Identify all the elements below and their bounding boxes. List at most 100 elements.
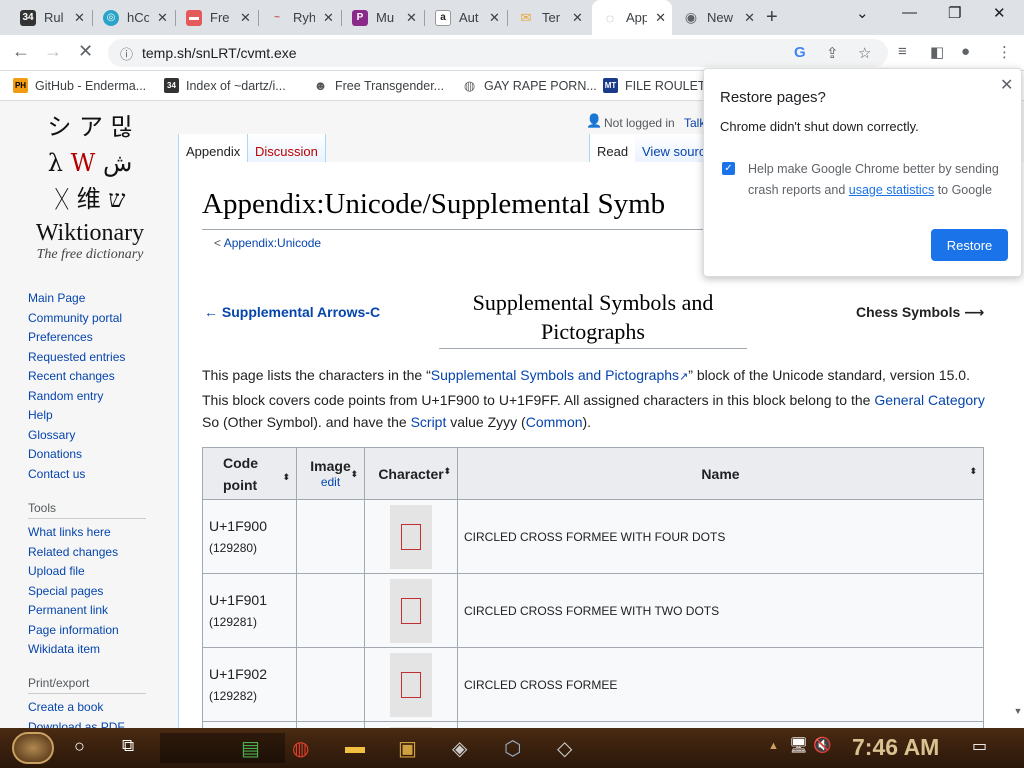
- cortana-icon[interactable]: ○: [74, 736, 85, 757]
- tray-chevron-icon[interactable]: ▲: [768, 740, 779, 752]
- browser-tab[interactable]: ◉ New Ta ✕: [673, 0, 761, 35]
- tab-close-icon[interactable]: ✕: [489, 10, 500, 26]
- nav-link[interactable]: Special pages: [28, 584, 119, 604]
- back-button[interactable]: ←: [12, 41, 30, 62]
- tab-appendix[interactable]: Appendix: [178, 134, 249, 163]
- restore-button[interactable]: Restore: [931, 229, 1008, 261]
- nav-link[interactable]: What links here: [28, 525, 119, 545]
- bookmark-item[interactable]: ☻ Free Transgender...: [313, 78, 444, 93]
- nav-link[interactable]: Permanent link: [28, 603, 119, 623]
- nav-link[interactable]: Requested entries: [28, 350, 125, 370]
- usage-statistics-link[interactable]: usage statistics: [849, 183, 934, 197]
- nav-link[interactable]: Main Page: [28, 291, 125, 311]
- maximize-button[interactable]: ❐: [948, 4, 961, 22]
- profile-avatar-icon[interactable]: ●: [961, 43, 970, 60]
- tab-close-icon[interactable]: ✕: [74, 10, 85, 26]
- volume-muted-icon[interactable]: 🔇: [813, 736, 832, 754]
- taskbar-clock[interactable]: 7:46 AM: [852, 734, 939, 761]
- stop-loading-button[interactable]: ✕: [78, 41, 93, 62]
- forward-button[interactable]: →: [44, 41, 62, 62]
- side-panel-icon[interactable]: ◧: [930, 43, 944, 61]
- crash-report-checkbox[interactable]: ✓: [722, 162, 735, 175]
- chrome-icon[interactable]: ◍: [292, 736, 309, 761]
- nav-link[interactable]: Community portal: [28, 311, 125, 331]
- tab-view-source[interactable]: View sourc: [635, 134, 713, 162]
- nav-link[interactable]: Random entry: [28, 389, 125, 409]
- bookmark-item[interactable]: MT FILE ROULET: [603, 78, 706, 93]
- sort-icon[interactable]: ⬍: [282, 466, 290, 488]
- sort-icon[interactable]: ⬍: [969, 466, 977, 477]
- url-text[interactable]: temp.sh/snLRT/cvmt.exe: [142, 45, 297, 61]
- browser-tab[interactable]: 34 Rul ✕: [10, 0, 92, 35]
- google-lens-icon[interactable]: G: [794, 44, 806, 61]
- tab-close-icon[interactable]: ✕: [157, 10, 168, 26]
- tab-close-icon[interactable]: ✕: [655, 10, 666, 26]
- tab-search-button[interactable]: ⌄: [856, 4, 869, 22]
- browser-tab[interactable]: a Aut ✕: [425, 0, 507, 35]
- breadcrumb-link[interactable]: Appendix:Unicode: [224, 236, 321, 250]
- nav-link[interactable]: Donations: [28, 447, 125, 467]
- bookmark-item[interactable]: PH GitHub - Enderma...: [13, 78, 146, 93]
- bookmark-item[interactable]: 34 Index of ~dartz/i...: [164, 78, 286, 93]
- scrollbar[interactable]: ▼: [1012, 706, 1024, 728]
- nav-link[interactable]: Recent changes: [28, 369, 125, 389]
- media-control-icon[interactable]: ≡: [898, 43, 907, 60]
- notes-app-icon[interactable]: ▤: [241, 736, 260, 761]
- nav-link[interactable]: Upload file: [28, 564, 119, 584]
- nav-link[interactable]: Contact us: [28, 467, 125, 487]
- virtualbox-icon[interactable]: ⬡: [504, 736, 521, 761]
- menu-kebab-icon[interactable]: ⋮: [997, 43, 1012, 61]
- common-link[interactable]: Common: [526, 414, 583, 430]
- task-view-icon[interactable]: ⧉: [122, 736, 134, 756]
- tab-read[interactable]: Read: [589, 134, 636, 163]
- column-header-code[interactable]: Code point ⬍: [202, 447, 297, 500]
- sort-icon[interactable]: ⬍: [350, 466, 358, 482]
- nav-link[interactable]: Create a book: [28, 700, 125, 720]
- general-category-link[interactable]: General Category: [874, 392, 985, 408]
- search-box[interactable]: [160, 733, 285, 763]
- close-window-button[interactable]: ✕: [993, 4, 1006, 22]
- browser-tab[interactable]: P Mu ✕: [342, 0, 424, 35]
- tab-discussion[interactable]: Discussion: [248, 134, 326, 162]
- nav-link[interactable]: Glossary: [28, 428, 125, 448]
- sort-icon[interactable]: ⬍: [443, 466, 451, 477]
- nav-link[interactable]: Related changes: [28, 545, 119, 565]
- browser-tab[interactable]: ◎ hCo ✕: [93, 0, 175, 35]
- tab-close-icon[interactable]: ✕: [240, 10, 251, 26]
- column-header-image[interactable]: Image edit ⬍: [296, 447, 365, 500]
- previous-block-link[interactable]: ← Supplemental Arrows-C: [204, 304, 380, 320]
- block-link[interactable]: Supplemental Symbols and Pictographs: [431, 367, 679, 383]
- address-bar[interactable]: ⓘ temp.sh/snLRT/cvmt.exe G ⇪ ☆: [108, 39, 888, 67]
- browser-tab[interactable]: ~ Ryh ✕: [259, 0, 341, 35]
- tab-close-icon[interactable]: ✕: [323, 10, 334, 26]
- nav-link[interactable]: Download as PDF: [28, 720, 125, 729]
- script-link[interactable]: Script: [411, 414, 447, 430]
- new-tab-button[interactable]: +: [766, 6, 778, 29]
- app-icon[interactable]: ▣: [398, 736, 417, 761]
- tab-close-icon[interactable]: ✕: [744, 10, 755, 26]
- file-explorer-icon[interactable]: ▬: [345, 736, 365, 759]
- nav-link[interactable]: Page information: [28, 623, 119, 643]
- nav-link[interactable]: Help: [28, 408, 125, 428]
- column-header-name[interactable]: Name ⬍: [457, 447, 984, 500]
- close-icon[interactable]: ✕: [1000, 75, 1013, 95]
- network-icon[interactable]: 🖥: [789, 736, 808, 754]
- tab-close-icon[interactable]: ✕: [406, 10, 417, 26]
- nav-link[interactable]: Wikidata item: [28, 642, 119, 662]
- start-button[interactable]: [12, 732, 54, 764]
- wiktionary-logo[interactable]: シ ア 믾 λ W ش ᚷ 维 ש Wiktionary The free di…: [24, 109, 156, 264]
- browser-tab-active[interactable]: ◌ App ✕: [592, 0, 672, 35]
- app-icon[interactable]: ◈: [452, 736, 467, 761]
- nav-link[interactable]: Preferences: [28, 330, 125, 350]
- bookmark-star-icon[interactable]: ☆: [858, 44, 871, 62]
- browser-tab[interactable]: ✉ Ter ✕: [508, 0, 590, 35]
- tab-close-icon[interactable]: ✕: [572, 10, 583, 26]
- bookmark-item[interactable]: ◍ GAY RAPE PORN...: [462, 78, 597, 93]
- next-block-link[interactable]: Chess Symbols ⟶: [856, 304, 984, 321]
- share-icon[interactable]: ⇪: [826, 44, 839, 62]
- notifications-icon[interactable]: ▭: [972, 736, 987, 756]
- app-icon[interactable]: ◇: [557, 736, 572, 761]
- minimize-button[interactable]: —: [902, 4, 917, 21]
- browser-tab[interactable]: ▬ Fre ✕: [176, 0, 258, 35]
- site-info-icon[interactable]: ⓘ: [120, 44, 133, 63]
